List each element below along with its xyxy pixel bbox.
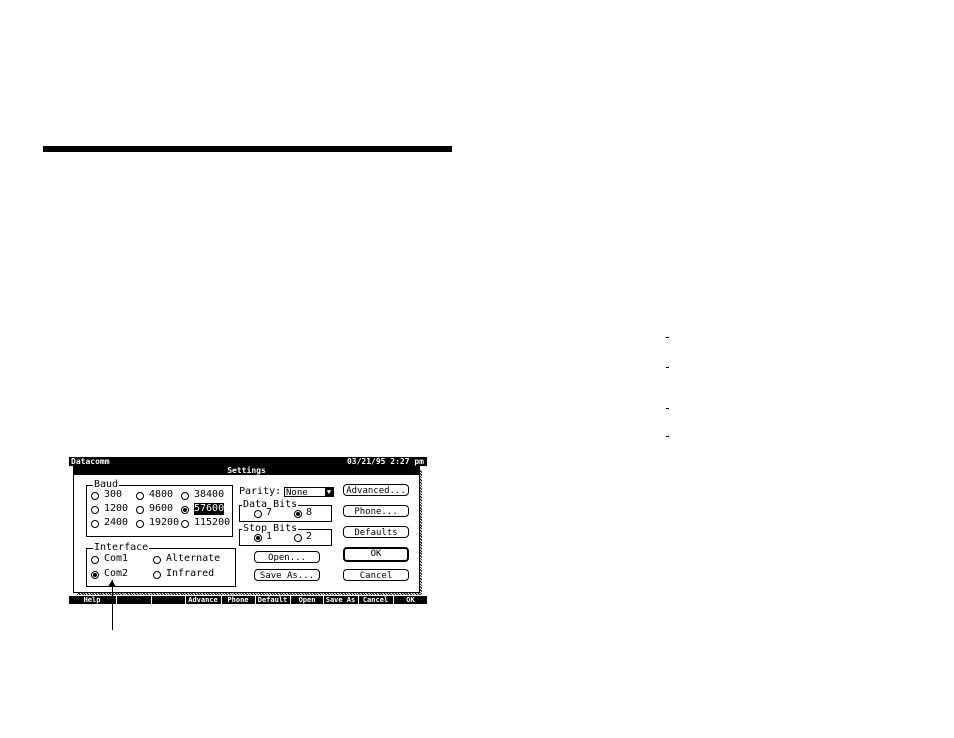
interface-label-alternate: Alternate bbox=[166, 553, 221, 564]
baud-label-2400: 2400 bbox=[104, 517, 129, 528]
defaults-button[interactable]: Defaults bbox=[343, 526, 409, 538]
baud-label-19200: 19200 bbox=[149, 517, 180, 528]
baud-label-115200: 115200 bbox=[194, 517, 231, 528]
baud-radio-19200[interactable] bbox=[136, 520, 144, 528]
fkey-ok[interactable]: OK bbox=[394, 596, 427, 604]
parity-select[interactable]: None ▼ bbox=[284, 487, 334, 498]
fkey-blank-1[interactable] bbox=[117, 596, 150, 604]
baud-label-57600: 57600 bbox=[194, 503, 225, 515]
date-time: 03/21/95 2:27 pm bbox=[346, 457, 424, 466]
interface-radio-infrared[interactable] bbox=[153, 571, 161, 579]
interface-radio-com2[interactable] bbox=[91, 571, 99, 579]
advanced-button[interactable]: Advanced... bbox=[343, 484, 409, 496]
fkey-save-as[interactable]: Save As bbox=[324, 596, 357, 604]
stop-bits-group: Stop Bits bbox=[239, 523, 332, 546]
parity-value: None bbox=[286, 488, 308, 498]
dropdown-arrow-icon[interactable]: ▼ bbox=[325, 488, 333, 496]
baud-radio-300[interactable] bbox=[91, 492, 99, 500]
phone-button[interactable]: Phone... bbox=[343, 505, 409, 517]
stop-bits-label-2: 2 bbox=[306, 531, 313, 542]
callout-line bbox=[112, 580, 113, 630]
save-as-button[interactable]: Save As... bbox=[254, 569, 320, 581]
interface-label-infrared: Infrared bbox=[166, 568, 215, 579]
data-bits-radio-7[interactable] bbox=[254, 510, 262, 518]
fkey-blank-2[interactable] bbox=[152, 596, 185, 604]
stop-bits-label-1: 1 bbox=[266, 531, 273, 542]
ok-button[interactable]: OK bbox=[343, 547, 409, 562]
baud-label-4800: 4800 bbox=[149, 489, 174, 500]
open-button[interactable]: Open... bbox=[254, 551, 320, 563]
baud-label-1200: 1200 bbox=[104, 503, 129, 514]
fkey-phone[interactable]: Phone bbox=[222, 596, 254, 604]
baud-radio-115200[interactable] bbox=[181, 520, 189, 528]
data-bits-label-8: 8 bbox=[306, 507, 313, 518]
margin-tick bbox=[666, 408, 669, 409]
margin-tick bbox=[666, 436, 669, 437]
app-title: Datacomm bbox=[71, 457, 110, 466]
interface-radio-com1[interactable] bbox=[91, 556, 99, 564]
baud-radio-38400[interactable] bbox=[181, 492, 189, 500]
dialog-title: Settings bbox=[74, 467, 419, 475]
interface-label-com2: Com2 bbox=[104, 568, 129, 579]
margin-tick bbox=[666, 367, 669, 368]
margin-tick bbox=[666, 337, 669, 338]
baud-radio-9600[interactable] bbox=[136, 506, 144, 514]
interface-radio-alternate[interactable] bbox=[153, 556, 161, 564]
data-bits-radio-8[interactable] bbox=[294, 510, 302, 518]
baud-radio-4800[interactable] bbox=[136, 492, 144, 500]
app-title-bar: Datacomm 03/21/95 2:27 pm bbox=[69, 457, 427, 466]
data-bits-label-7: 7 bbox=[266, 507, 273, 518]
baud-label-38400: 38400 bbox=[194, 489, 225, 500]
fkey-cancel[interactable]: Cancel bbox=[359, 596, 392, 604]
cancel-button[interactable]: Cancel bbox=[343, 569, 409, 581]
baud-label-300: 300 bbox=[104, 489, 123, 500]
baud-radio-57600[interactable] bbox=[181, 506, 189, 514]
baud-radio-1200[interactable] bbox=[91, 506, 99, 514]
fkey-advance[interactable]: Advance bbox=[186, 596, 220, 604]
callout-arrow-icon bbox=[108, 580, 116, 587]
stop-bits-radio-2[interactable] bbox=[294, 534, 302, 542]
stop-bits-radio-1[interactable] bbox=[254, 534, 262, 542]
baud-label-9600: 9600 bbox=[149, 503, 174, 514]
horizontal-rule bbox=[43, 146, 452, 152]
fkey-default[interactable]: Default bbox=[256, 596, 289, 604]
parity-label: Parity: bbox=[239, 486, 282, 497]
interface-label-com1: Com1 bbox=[104, 553, 129, 564]
fkey-help[interactable]: Help bbox=[69, 596, 115, 604]
baud-radio-2400[interactable] bbox=[91, 520, 99, 528]
data-bits-group: Data Bits bbox=[239, 499, 332, 522]
fkey-open[interactable]: Open bbox=[291, 596, 323, 604]
